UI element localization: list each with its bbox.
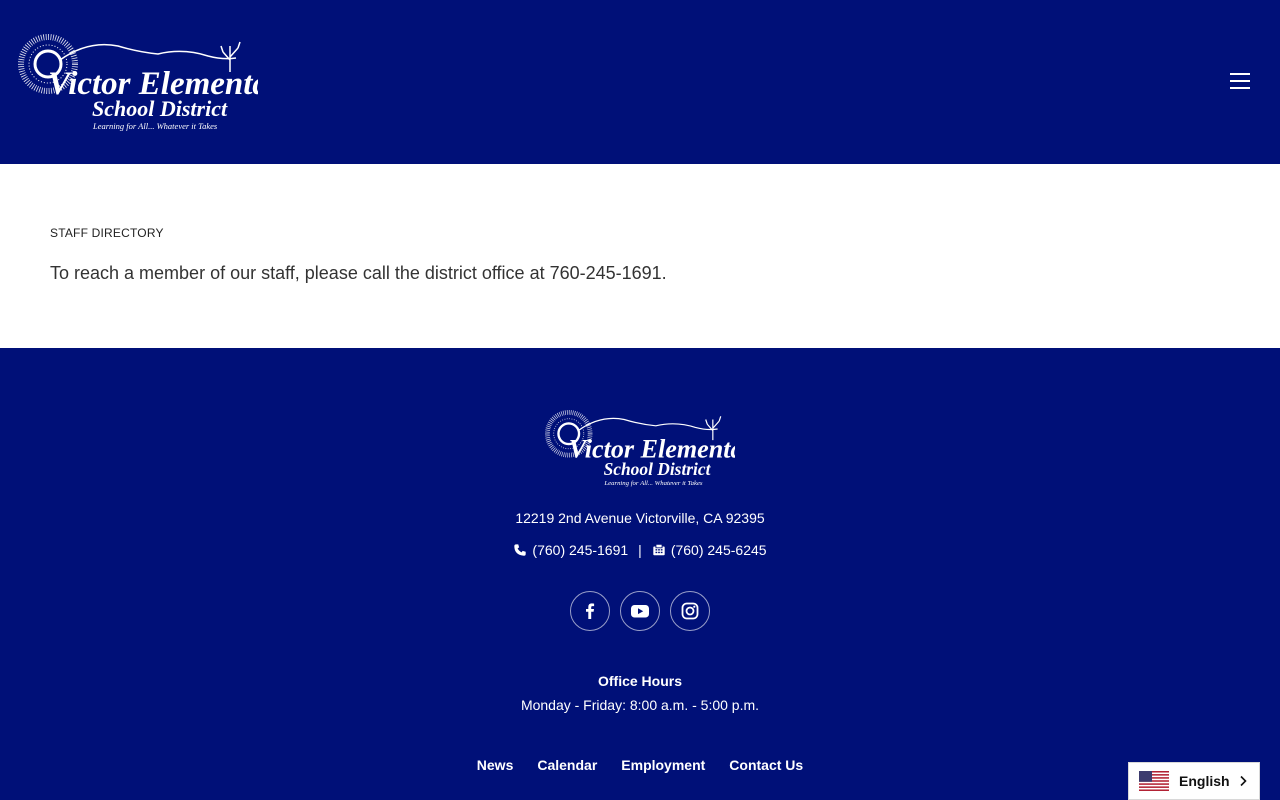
language-selector[interactable]: English (1128, 762, 1260, 800)
main-content: STAFF DIRECTORY To reach a member of our… (0, 164, 1280, 348)
chevron-right-icon (1240, 775, 1247, 787)
youtube-button[interactable] (620, 591, 660, 631)
hamburger-menu-icon[interactable] (1226, 70, 1254, 94)
page-eyebrow: STAFF DIRECTORY (50, 226, 164, 240)
mountain-outline (59, 43, 237, 61)
instagram-icon (681, 602, 699, 620)
svg-text:Learning for All... Whatever i: Learning for All... Whatever it Takes (603, 480, 703, 487)
facebook-icon (586, 603, 595, 619)
phone-icon (514, 544, 527, 556)
svg-text:School District: School District (92, 96, 228, 121)
instagram-button[interactable] (670, 591, 710, 631)
site-header: Victor Elementary School District Learni… (0, 0, 1280, 164)
office-hours-text: Monday - Friday: 8:00 a.m. - 5:00 p.m. (520, 697, 760, 713)
footer-district-logo[interactable]: Victor Elementary School District Learni… (545, 406, 735, 490)
footer-phone[interactable]: (760) 245-1691 (513, 542, 628, 558)
footer-contact-row: (760) 245-1691 | (760) 245-6245 (0, 542, 1280, 558)
contact-separator: | (638, 542, 642, 558)
mountain-outline (577, 417, 718, 432)
fax-icon (653, 543, 665, 556)
us-flag-icon (1139, 771, 1169, 791)
footer-address: 12219 2nd Avenue Victorville, CA 92395 (515, 510, 765, 526)
language-label: English (1179, 773, 1230, 789)
svg-text:Learning for All... Whatever i: Learning for All... Whatever it Takes (92, 121, 218, 131)
youtube-icon (631, 605, 649, 618)
footer-link-employment[interactable]: Employment (621, 757, 705, 773)
footer-fax: (760) 245-6245 (652, 542, 767, 558)
fax-number: (760) 245-6245 (670, 542, 767, 558)
office-hours-title: Office Hours (597, 673, 682, 689)
phone-number: (760) 245-1691 (532, 542, 629, 558)
footer-link-calendar[interactable]: Calendar (537, 757, 597, 773)
social-links (0, 591, 1280, 631)
svg-text:School District: School District (604, 459, 712, 479)
footer-nav: News Calendar Employment Contact Us (0, 757, 1280, 773)
district-logo[interactable]: Victor Elementary School District Learni… (18, 30, 258, 134)
page-body-text: To reach a member of our staff, please c… (50, 263, 667, 283)
facebook-button[interactable] (570, 591, 610, 631)
footer-link-news[interactable]: News (477, 757, 514, 773)
footer-link-contact-us[interactable]: Contact Us (729, 757, 803, 773)
